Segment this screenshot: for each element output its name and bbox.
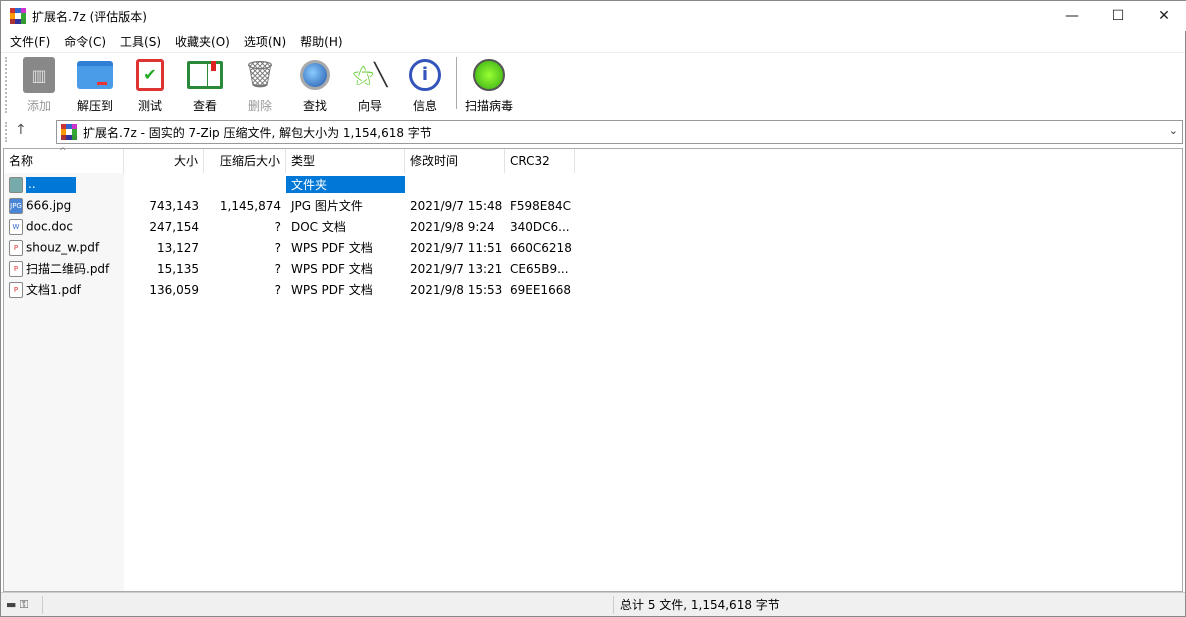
path-field[interactable]: 扩展名.7z - 固实的 7-Zip 压缩文件, 解包大小为 1,154,618… bbox=[56, 120, 1183, 144]
add-archive-icon: ▥ bbox=[23, 57, 55, 93]
cell-modified: 2021/9/8 9:24 bbox=[410, 219, 495, 234]
cell-size: 13,127 bbox=[157, 240, 199, 255]
add-button[interactable]: ▥ 添加 bbox=[10, 57, 68, 114]
maximize-button[interactable]: ☐ bbox=[1095, 1, 1141, 31]
cell-name: Wdoc.doc bbox=[4, 218, 124, 235]
delete-button[interactable]: 🗑 删除 bbox=[231, 57, 289, 114]
table-row[interactable]: Wdoc.doc 247,154? DOC 文档 2021/9/8 9:24 340DC… bbox=[4, 216, 575, 237]
menu-commands[interactable]: 命令(C) bbox=[57, 33, 113, 50]
drive-lock-icon: ▬ ⚿ bbox=[1, 595, 43, 614]
trash-icon: 🗑 bbox=[243, 60, 277, 90]
menu-file[interactable]: 文件(F) bbox=[3, 33, 57, 50]
menu-help[interactable]: 帮助(H) bbox=[293, 33, 349, 50]
cell-crc: F598E84C bbox=[510, 198, 572, 213]
cell-crc: 69EE1668 bbox=[510, 282, 571, 297]
pdf-file-icon: P bbox=[9, 282, 23, 299]
cell-size: 15,135 bbox=[157, 261, 199, 276]
column-crc32[interactable]: CRC32 bbox=[505, 149, 575, 173]
cell-type: WPS PDF 文档 bbox=[291, 283, 373, 297]
cell-name: P 文档1.pdf bbox=[4, 281, 124, 299]
cell-size: 743,143 bbox=[149, 198, 199, 213]
view-book-icon bbox=[187, 57, 223, 93]
virus-scan-icon bbox=[471, 57, 507, 93]
window-title: 扩展名.7z (评估版本) bbox=[32, 9, 147, 24]
cell-crc: 340DC6... bbox=[510, 219, 570, 234]
path-text: 扩展名.7z - 固实的 7-Zip 压缩文件, 解包大小为 1,154,618… bbox=[83, 125, 432, 140]
title-bar: 扩展名.7z (评估版本) — ☐ ✕ bbox=[1, 1, 1186, 31]
extract-to-button[interactable]: 解压到 bbox=[66, 57, 124, 114]
extract-folder-icon bbox=[77, 57, 113, 93]
view-button[interactable]: 查看 bbox=[176, 57, 234, 114]
cell-type: WPS PDF 文档 bbox=[291, 262, 373, 276]
close-button[interactable]: ✕ bbox=[1141, 1, 1186, 31]
menu-favorites[interactable]: 收藏夹(O) bbox=[168, 33, 237, 50]
column-type[interactable]: 类型 bbox=[286, 149, 405, 173]
column-modified[interactable]: 修改时间 bbox=[405, 149, 505, 173]
toolbar: ▥ 添加 解压到 ✔ 测试 查看 🗑 删除 查找 ⚝ ╲ 向导 i 信息 扫描病毒 bbox=[1, 52, 1185, 118]
cell-modified: 2021/9/8 15:53 bbox=[410, 282, 503, 297]
table-row[interactable]: JPG 666.jpg 743,143 1,145,874 JPG 图片文件 2021/9… bbox=[4, 195, 575, 216]
column-size[interactable]: 大小 bbox=[124, 149, 204, 173]
pdf-file-icon: P bbox=[9, 261, 23, 278]
column-name[interactable]: 名称 ^ bbox=[4, 147, 124, 173]
cell-modified: 2021/9/7 13:21 bbox=[410, 261, 503, 276]
info-icon: i bbox=[407, 57, 443, 93]
pdf-file-icon: P bbox=[9, 239, 23, 256]
archive-icon bbox=[61, 124, 77, 140]
table-row[interactable]: .. 文件夹 bbox=[4, 174, 575, 195]
cell-type: DOC 文档 bbox=[291, 220, 346, 234]
test-clipboard-icon: ✔ bbox=[132, 57, 168, 93]
cell-packed: ? bbox=[274, 261, 281, 276]
cell-packed: ? bbox=[274, 219, 281, 234]
test-button[interactable]: ✔ 测试 bbox=[121, 57, 179, 114]
address-bar: ↑ 扩展名.7z - 固实的 7-Zip 压缩文件, 解包大小为 1,154,6… bbox=[1, 118, 1185, 146]
table-row[interactable]: P 文档1.pdf 136,059? WPS PDF 文档 2021/9/8 15:53… bbox=[4, 279, 575, 300]
minimize-button[interactable]: — bbox=[1049, 1, 1095, 31]
cell-type: JPG 图片文件 bbox=[291, 199, 363, 213]
cell-packed: ? bbox=[274, 282, 281, 297]
chevron-down-icon[interactable]: ⌄ bbox=[1169, 124, 1178, 137]
cell-packed: 1,145,874 bbox=[219, 198, 281, 213]
cell-modified: 2021/9/7 11:51 bbox=[410, 240, 503, 255]
cell-crc: 660C6218 bbox=[510, 240, 572, 255]
find-button[interactable]: 查找 bbox=[286, 57, 344, 114]
cell-name: P 扫描二维码.pdf bbox=[4, 260, 124, 278]
file-list[interactable]: 名称 ^ 大小 压缩后大小 类型 修改时间 CRC32 .. 文件夹 JPG 666.j… bbox=[3, 147, 1183, 592]
sort-asc-icon: ^ bbox=[59, 147, 67, 157]
column-packed[interactable]: 压缩后大小 bbox=[204, 149, 286, 173]
virus-scan-button[interactable]: 扫描病毒 bbox=[460, 57, 518, 114]
info-button[interactable]: i 信息 bbox=[396, 57, 454, 114]
wizard-wand-icon: ⚝ ╲ bbox=[352, 62, 388, 88]
magnifier-icon bbox=[297, 57, 333, 93]
jpg-file-icon: JPG bbox=[9, 197, 23, 214]
doc-file-icon: W bbox=[9, 218, 23, 235]
winrar-app-icon bbox=[10, 8, 26, 24]
cell-name: Pshouz_w.pdf bbox=[4, 239, 124, 256]
wizard-button[interactable]: ⚝ ╲ 向导 bbox=[341, 57, 399, 114]
cell-packed: ? bbox=[274, 240, 281, 255]
folder-file-icon bbox=[9, 176, 23, 193]
table-row[interactable]: P 扫描二维码.pdf 15,135? WPS PDF 文档 2021/9/7 13:2… bbox=[4, 258, 575, 279]
list-header: 名称 ^ 大小 压缩后大小 类型 修改时间 CRC32 bbox=[4, 147, 575, 173]
status-summary: 总计 5 文件, 1,154,618 字节 bbox=[613, 595, 780, 614]
cell-type: WPS PDF 文档 bbox=[291, 241, 373, 255]
cell-crc: CE65B9... bbox=[510, 261, 569, 276]
status-bar: ▬ ⚿ 总计 5 文件, 1,154,618 字节 bbox=[1, 592, 1185, 616]
up-arrow-icon[interactable]: ↑ bbox=[15, 122, 27, 138]
cell-size: 136,059 bbox=[149, 282, 199, 297]
menu-tools[interactable]: 工具(S) bbox=[113, 33, 168, 50]
menu-bar: 文件(F) 命令(C) 工具(S) 收藏夹(O) 选项(N) 帮助(H) bbox=[1, 31, 1185, 51]
toolbar-grip[interactable] bbox=[5, 57, 7, 113]
cell-size: 247,154 bbox=[149, 219, 199, 234]
table-row[interactable]: Pshouz_w.pdf 13,127? WPS PDF 文档 2021/9/7 11… bbox=[4, 237, 575, 258]
menu-options[interactable]: 选项(N) bbox=[237, 33, 293, 50]
cell-name: JPG 666.jpg bbox=[9, 197, 72, 214]
toolbar-separator bbox=[456, 57, 457, 109]
cell-type: 文件夹 bbox=[286, 176, 405, 193]
cell-modified: 2021/9/7 15:48 bbox=[410, 198, 503, 213]
cell-name: .. bbox=[4, 176, 124, 193]
